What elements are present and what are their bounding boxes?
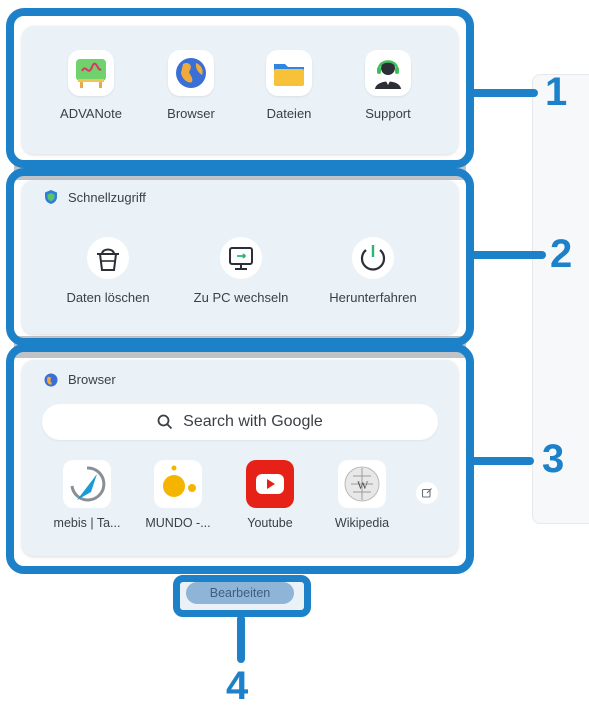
annotation-line-4 <box>237 615 245 663</box>
annotation-frame-1 <box>6 8 474 168</box>
annotation-number-1: 1 <box>545 70 568 114</box>
annotation-frame-3 <box>6 344 474 574</box>
annotation-frame-2 <box>6 168 474 346</box>
annotation-line-1 <box>470 89 538 97</box>
annotation-line-3 <box>470 457 534 465</box>
edit-button[interactable]: Bearbeiten <box>186 582 294 604</box>
annotation-number-3: 3 <box>542 437 565 481</box>
annotation-line-2 <box>470 251 546 259</box>
annotation-number-2: 2 <box>550 232 573 276</box>
annotation-number-4: 4 <box>226 664 249 708</box>
